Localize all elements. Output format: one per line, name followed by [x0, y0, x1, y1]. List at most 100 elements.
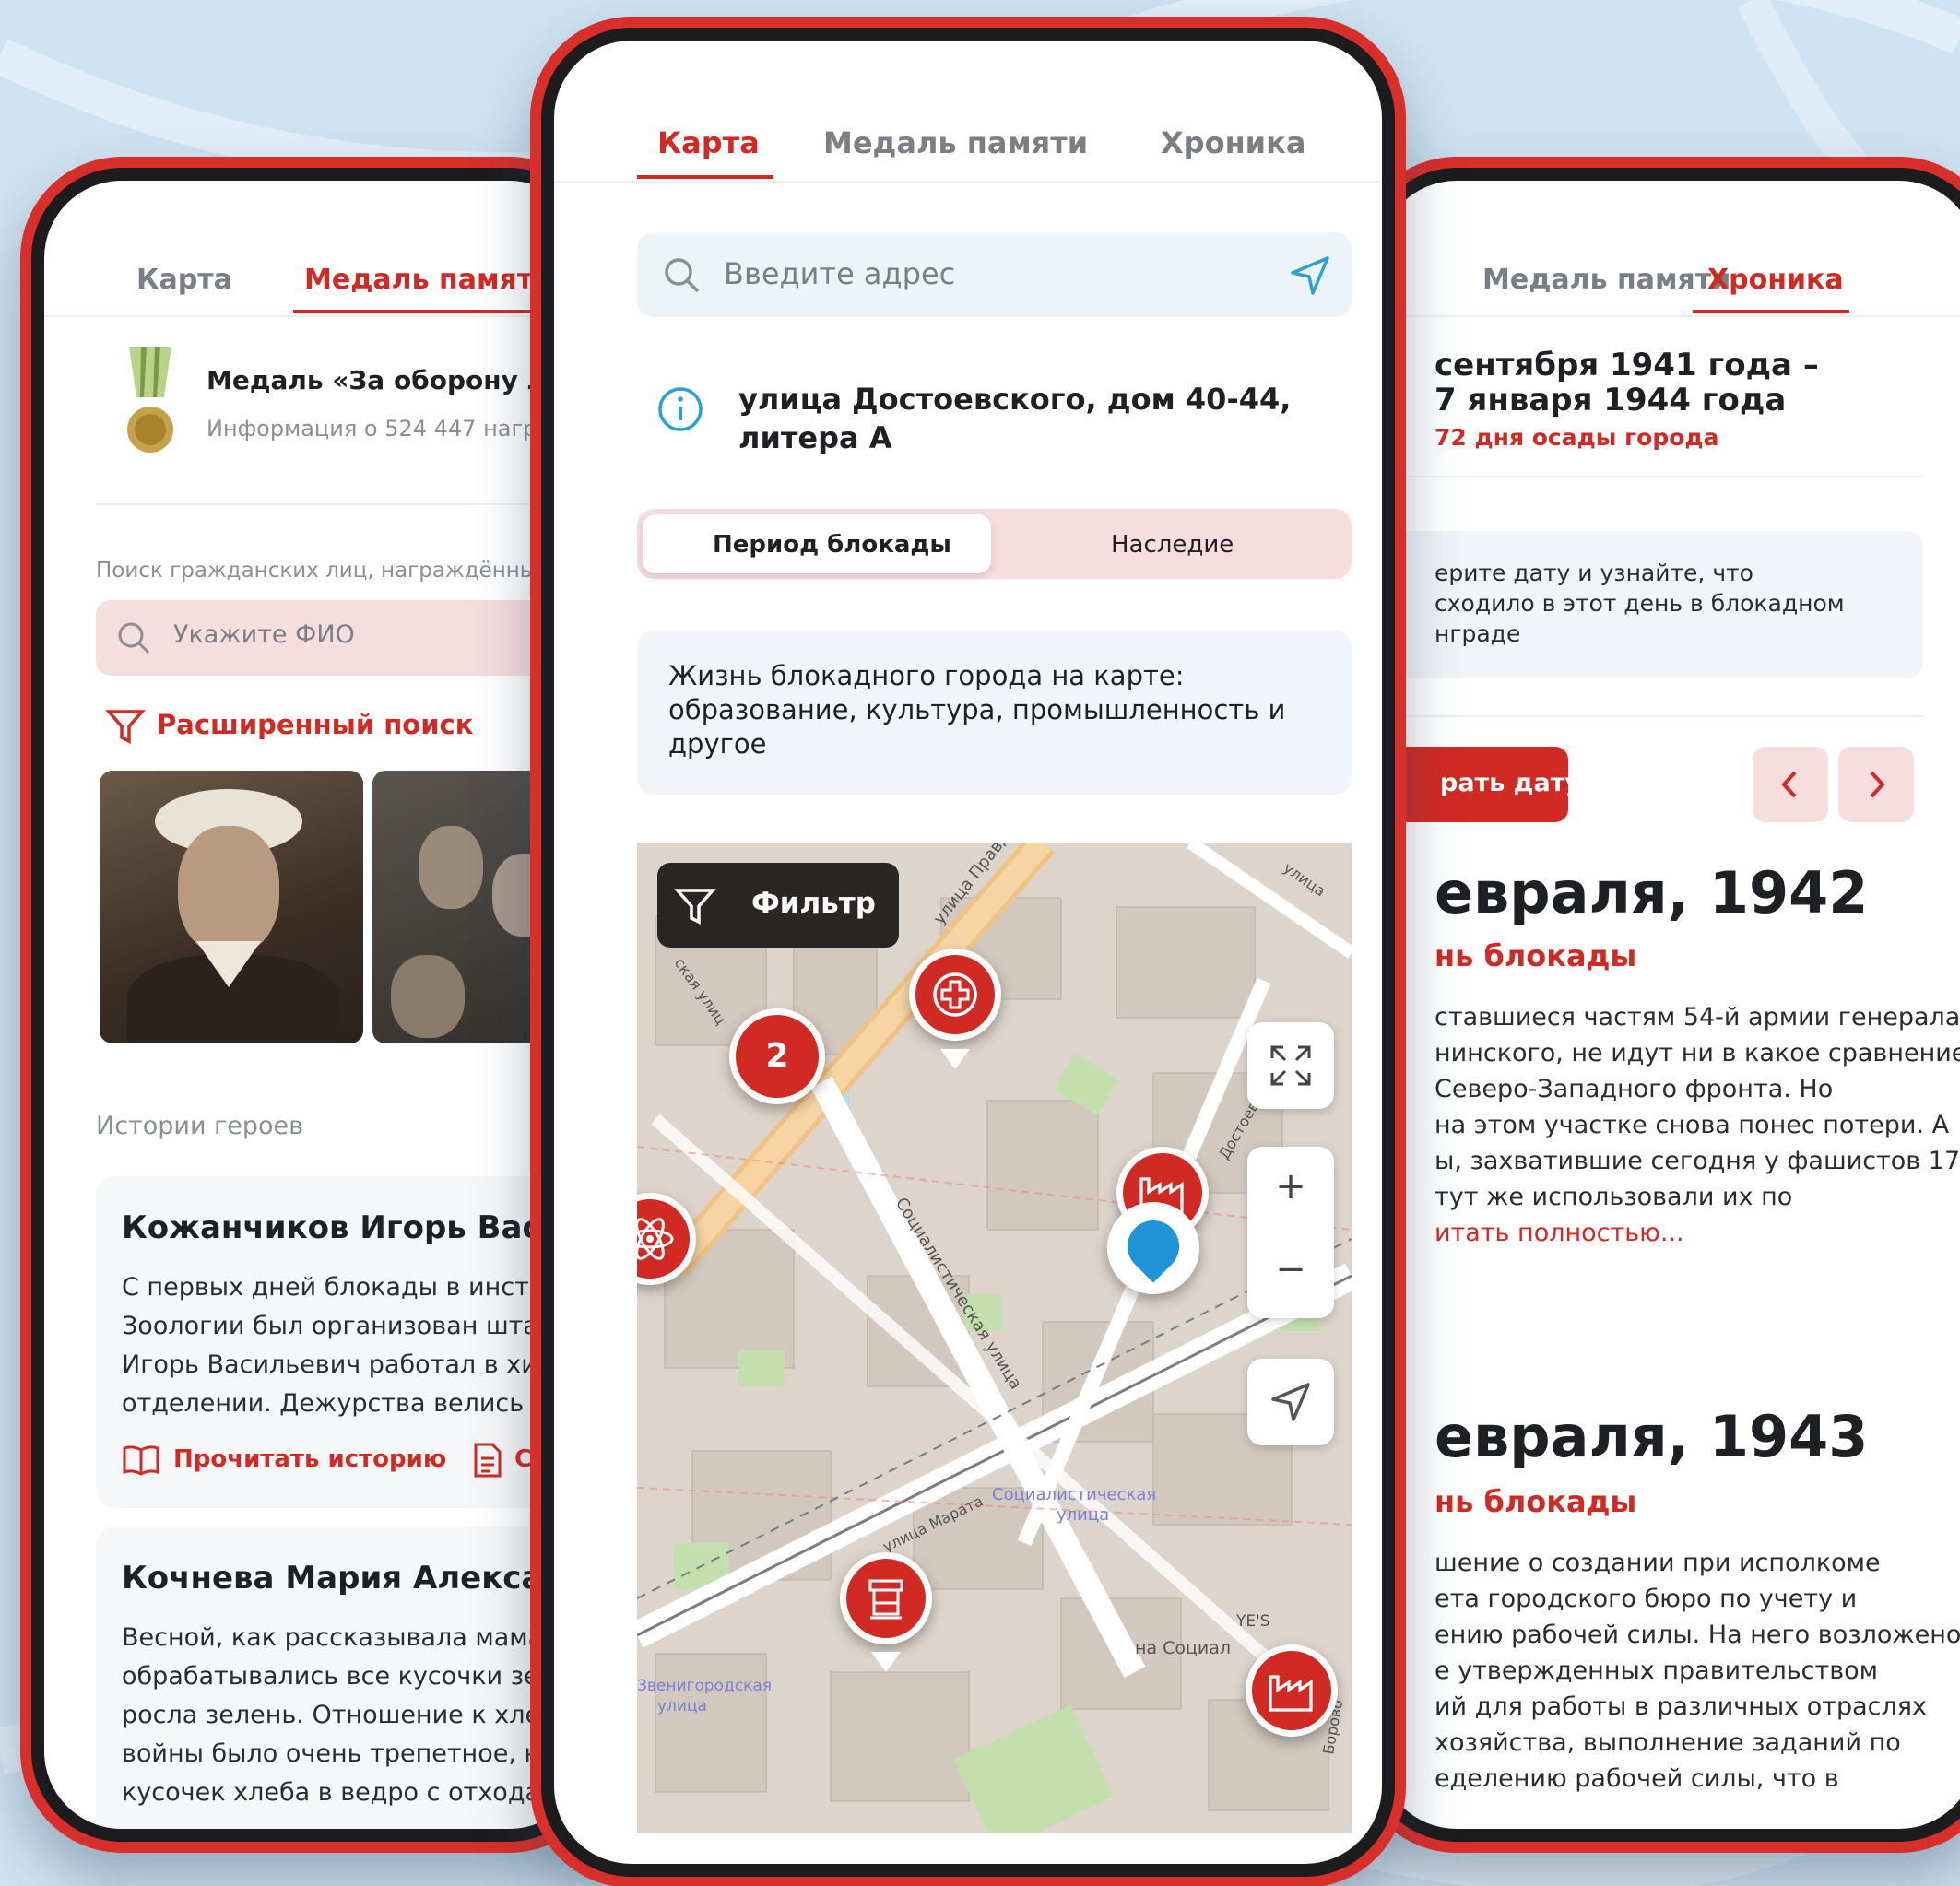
navigation-arrow-icon [1271, 1383, 1310, 1421]
city-map[interactable]: улица Правды Социалистическая улица Соци… [637, 843, 1352, 1833]
story-card-2[interactable]: Кочнева Мария Алексан Весной, как расска… [96, 1526, 586, 1829]
segment-label: Период блокады [713, 531, 951, 559]
right-phone: Медаль памяти Хроника сентября 1941 года… [1355, 157, 1960, 1853]
my-location-button[interactable] [1247, 1359, 1334, 1445]
period-days: 72 дня осады города [1435, 424, 1719, 451]
active-tab-indicator [637, 175, 773, 179]
center-screen: Карта Медаль памяти Хроника Введите адре… [554, 41, 1382, 1864]
filter-icon [105, 710, 146, 744]
entry-line: нинского, не идут ни в какое сравнение [1435, 1039, 1960, 1067]
chevron-left-icon [1781, 771, 1797, 798]
zoom-out-button[interactable]: − [1247, 1248, 1334, 1291]
period-segment-control: Период блокады Наследие [637, 509, 1352, 579]
story-line: кусочек хлеба в ведро с отходам [122, 1778, 560, 1807]
description-line: образование, культура, промышленность и [668, 694, 1286, 725]
search-caption: Поиск гражданских лиц, награждённых [96, 559, 549, 583]
medical-cross-icon [933, 972, 977, 1017]
entry-line: тут же использовали их по [1435, 1183, 1793, 1211]
entry-line: на этом участке снова понес потери. А [1435, 1111, 1950, 1139]
stories-heading: Истории героев [96, 1112, 304, 1140]
advanced-search-link[interactable]: Расширенный поиск [157, 709, 473, 740]
story-card-1[interactable]: Кожанчиков Игорь Васи С первых дней блок… [96, 1176, 586, 1508]
entry-line: ий для работы в различных отраслях [1435, 1692, 1927, 1721]
address-search-input[interactable]: Введите адрес [637, 232, 1352, 317]
cluster-marker[interactable]: 2 [729, 1008, 825, 1104]
hero-photo-1[interactable] [100, 771, 363, 1043]
street-label: Звенигородская [637, 1677, 772, 1695]
address-line-1: улица Достоевского, дом 40-44, [738, 382, 1292, 417]
prev-date-button[interactable] [1753, 747, 1828, 822]
fullscreen-button[interactable] [1247, 1022, 1334, 1109]
tab-medal[interactable]: Медаль памяти [823, 125, 1088, 160]
marker-tail [940, 1049, 970, 1069]
left-phone: Карта Медаль памяти Медаль «За оборону Л… [20, 157, 610, 1853]
tab-chronicle[interactable]: Хроника [1161, 125, 1305, 160]
hospital-marker[interactable] [909, 949, 1001, 1041]
description-line: другое [668, 728, 767, 760]
map-filter-button[interactable]: Фильтр [657, 863, 899, 948]
segment-label: Наследие [1111, 531, 1234, 559]
story-line: отделении. Дежурства велись к [122, 1389, 548, 1418]
address-placeholder: Введите адрес [724, 256, 956, 291]
street-label: на Социал [1135, 1638, 1231, 1658]
filter-label: Фильтр [751, 887, 876, 920]
segment-blockade[interactable]: Период блокады [643, 514, 991, 573]
right-screen: Медаль памяти Хроника сентября 1941 года… [1379, 181, 1960, 1829]
medal-icon [127, 347, 173, 453]
search-icon [118, 622, 150, 654]
street-label: YE'S [1235, 1612, 1270, 1631]
entry-line: еделению рабочей силы, что в [1435, 1764, 1839, 1793]
medal-subtitle: Информация о 524 447 награ [207, 416, 551, 442]
entry-day: нь блокады [1435, 1484, 1637, 1519]
atom-icon [637, 1218, 674, 1260]
locate-arrow-icon[interactable] [1287, 253, 1333, 299]
entry-line: Северо-Западного фронта. Но [1435, 1075, 1834, 1103]
fio-placeholder: Укажите ФИО [173, 620, 355, 649]
book-icon [123, 1445, 159, 1476]
fio-search-input[interactable]: Укажите ФИО [96, 600, 586, 676]
choose-date-label: рать дату [1440, 769, 1581, 797]
document-icon [474, 1443, 502, 1478]
chevron-right-icon [1870, 771, 1885, 798]
entry-date: евраля, 1943 [1435, 1403, 1869, 1470]
street-label: улица [657, 1697, 707, 1715]
entry-line: е утвержденных правительством [1435, 1656, 1879, 1685]
tab-medal[interactable]: Медаль памяти [304, 264, 552, 296]
description-line: Жизнь блокадного города на карте: [668, 660, 1185, 691]
marker-tail [871, 1652, 901, 1672]
street-label: улица [1057, 1505, 1109, 1525]
current-location-marker[interactable] [1107, 1202, 1199, 1294]
center-phone: Карта Медаль памяти Хроника Введите адре… [530, 17, 1406, 1886]
tab-map[interactable]: Карта [136, 264, 232, 296]
story-line: Зоологии был организован шта [122, 1312, 538, 1340]
active-tab-indicator [293, 310, 542, 313]
entry-day: нь блокады [1435, 938, 1637, 973]
story-line: обрабатывались все кусочки зе [122, 1662, 539, 1691]
tab-map[interactable]: Карта [657, 125, 760, 160]
period-start: сентября 1941 года – [1435, 347, 1819, 383]
factory-marker[interactable] [1246, 1644, 1338, 1737]
entry-date: евраля, 1942 [1435, 859, 1869, 926]
choose-date-button[interactable]: рать дату [1379, 747, 1581, 822]
shop-marker[interactable] [840, 1552, 932, 1644]
entry-line: ению рабочей силы. На него возложено [1435, 1621, 1960, 1649]
read-story-link[interactable]: Прочитать историю [173, 1445, 446, 1473]
story-line: С первых дней блокады в инстит [122, 1273, 561, 1302]
hint-line: нграде [1435, 620, 1521, 647]
factory-icon [1269, 1675, 1313, 1712]
tab-medal[interactable]: Медаль памяти [1482, 264, 1730, 296]
store-icon [868, 1579, 903, 1620]
story-name: Кожанчиков Игорь Васи [122, 1209, 563, 1246]
next-date-button[interactable] [1838, 747, 1914, 822]
zoom-in-button[interactable]: + [1247, 1165, 1334, 1208]
tab-chronicle[interactable]: Хроника [1707, 264, 1844, 296]
map-description-box: Жизнь блокадного города на карте: образо… [637, 631, 1352, 795]
entry-line: ставшиеся частям 54-й армии генерала [1435, 1003, 1960, 1031]
info-icon [658, 387, 703, 431]
entry-line: хозяйства, выполнение заданий по [1435, 1728, 1901, 1757]
read-more-link[interactable]: итать полностью... [1435, 1215, 1684, 1251]
date-hint-box: ерите дату и узнайте, что сходило в этот… [1379, 531, 1923, 678]
segment-heritage[interactable]: Наследие [997, 514, 1347, 573]
search-icon [665, 258, 700, 293]
entry-line: ета городского бюро по учету и [1435, 1585, 1858, 1613]
